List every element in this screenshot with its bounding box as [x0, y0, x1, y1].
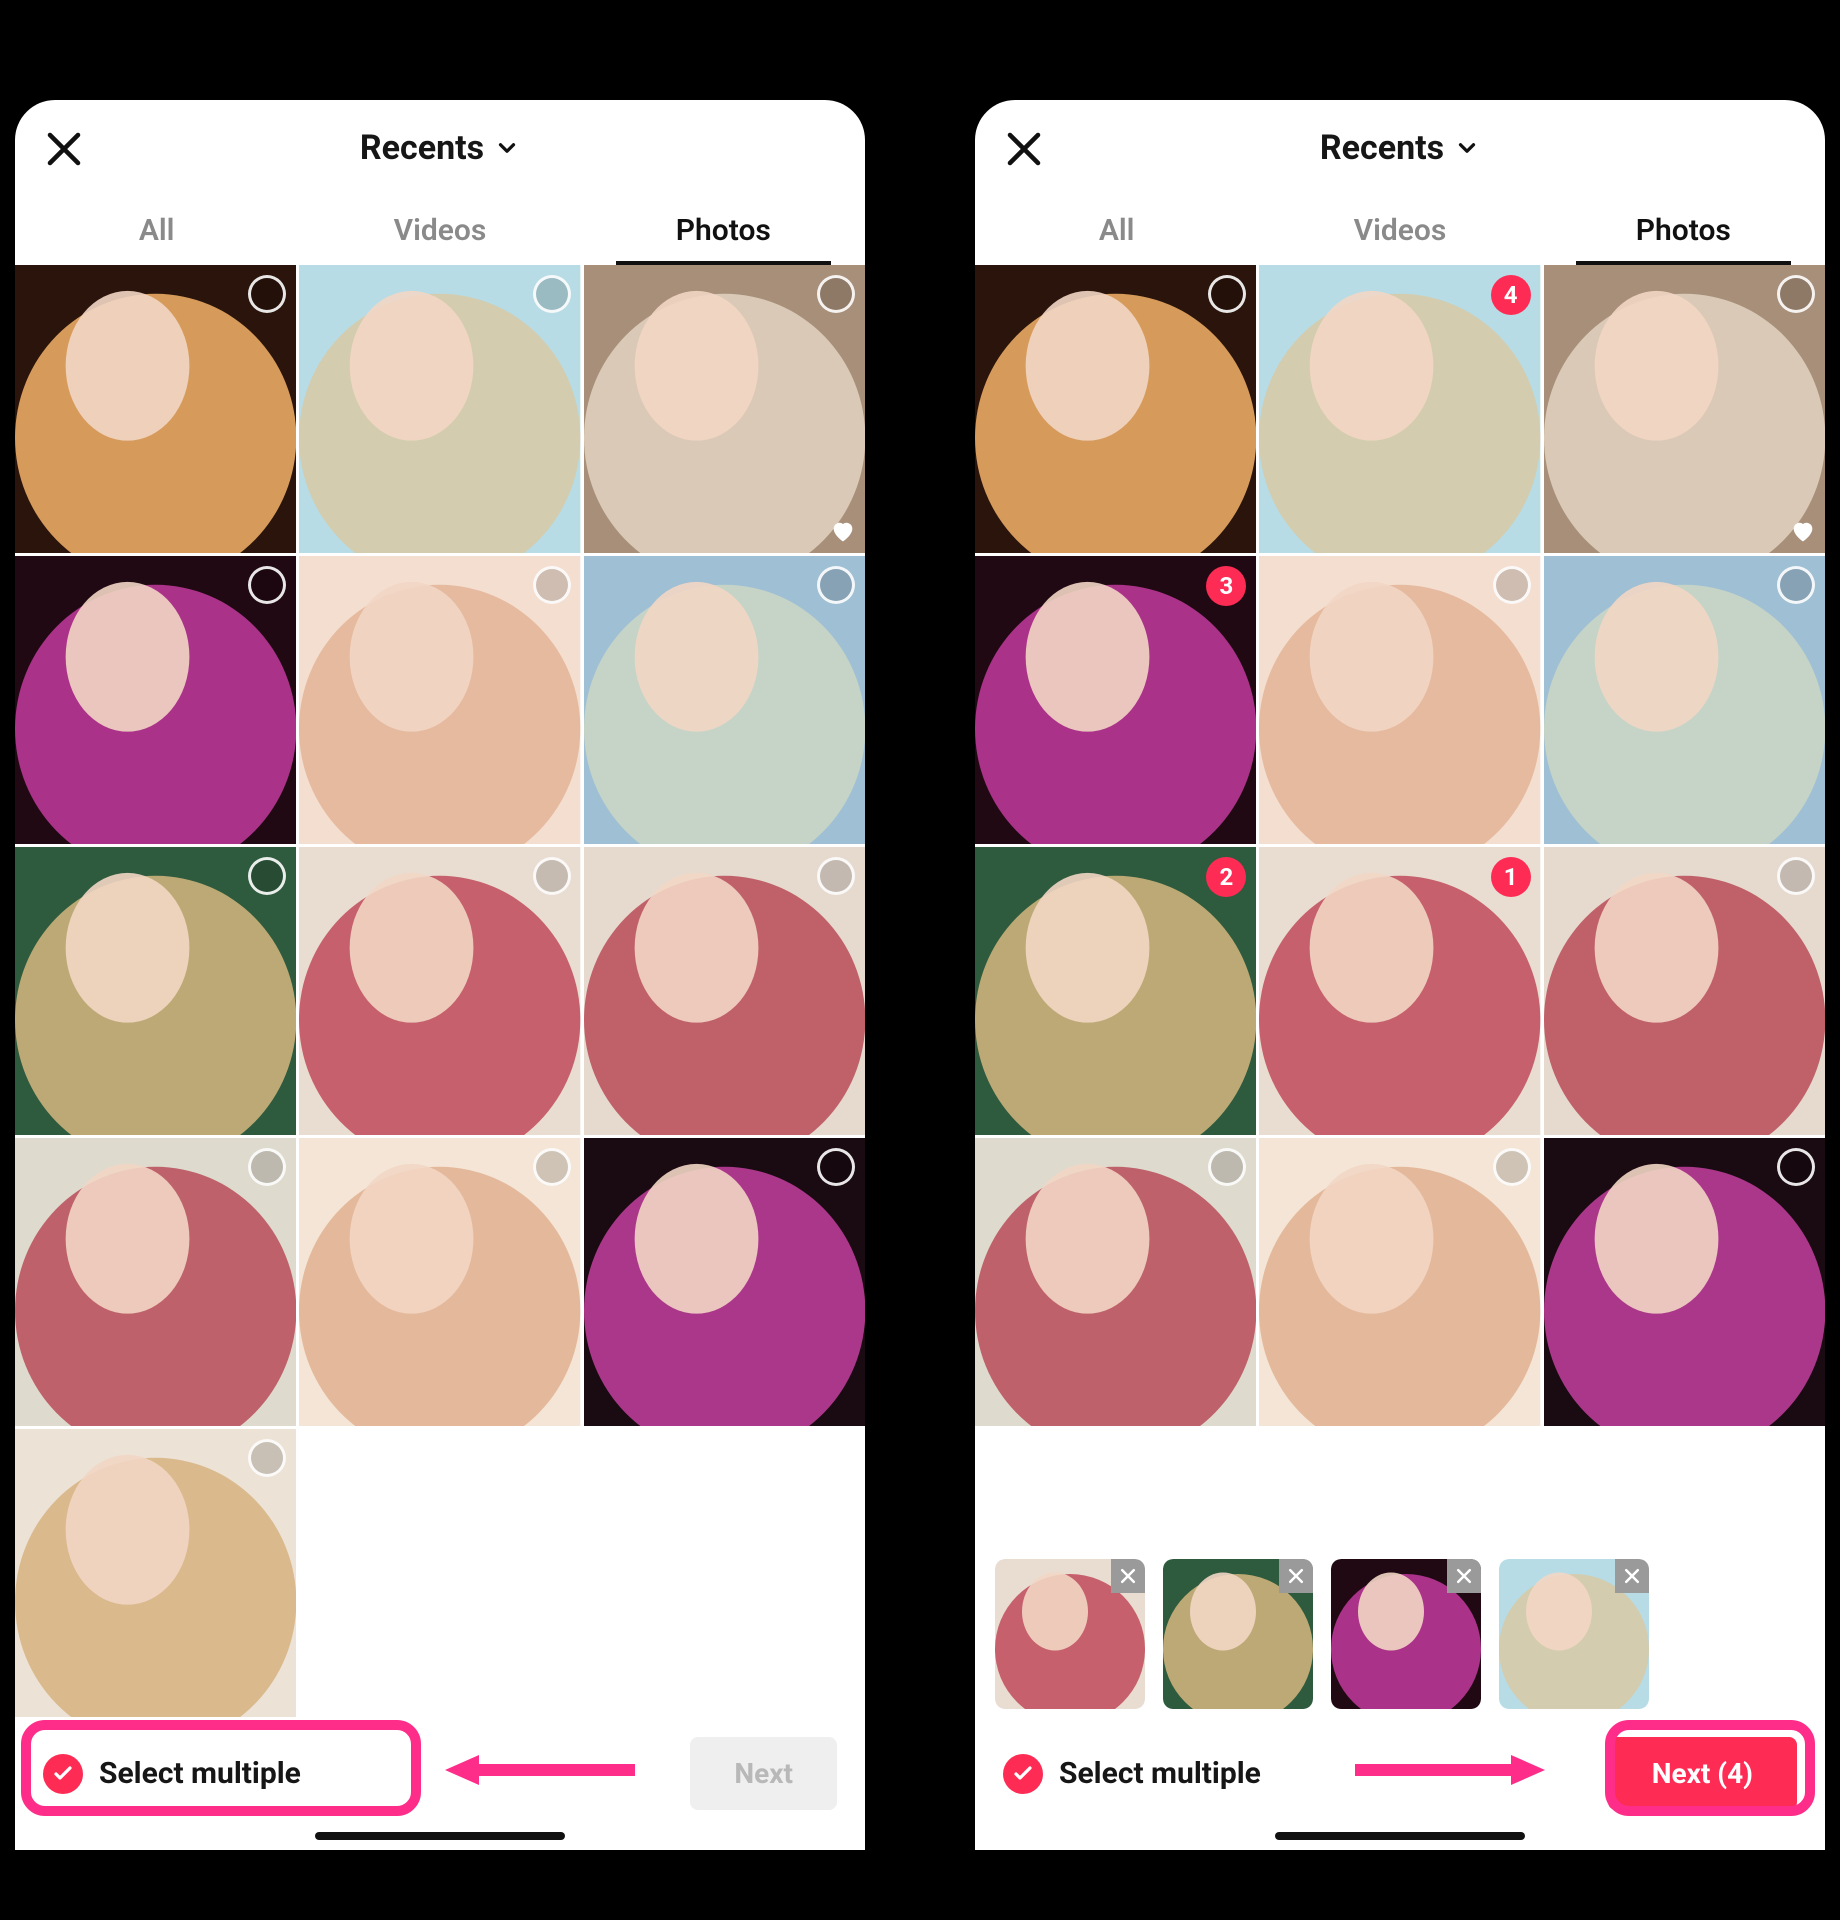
select-multiple-toggle[interactable]: Select multiple: [1003, 1754, 1261, 1794]
photo-thumbnail[interactable]: [584, 1138, 865, 1426]
photo-thumbnail[interactable]: [975, 265, 1256, 553]
remove-icon[interactable]: [1111, 1559, 1145, 1593]
heart-icon: [1789, 517, 1817, 545]
next-button-label: Next (4): [1652, 1757, 1753, 1790]
next-button[interactable]: Next (4): [1608, 1737, 1797, 1810]
remove-icon[interactable]: [1447, 1559, 1481, 1593]
photo-thumbnail[interactable]: [1544, 1138, 1825, 1426]
tab-label: Photos: [1636, 213, 1731, 248]
photo-thumbnail[interactable]: 2: [975, 847, 1256, 1135]
photo-grid: 4 3 2: [975, 265, 1825, 1545]
phone-screen-after: Recents All Videos Photos 4 3: [975, 100, 1825, 1850]
next-button-label: Next: [734, 1757, 793, 1790]
photo-grid: [15, 265, 865, 1719]
selection-number: 4: [1504, 281, 1518, 309]
footer: Select multiple Next: [15, 1719, 865, 1850]
selection-circle[interactable]: [533, 857, 571, 895]
selection-number: 2: [1219, 863, 1233, 891]
home-indicator: [1275, 1832, 1525, 1840]
close-icon[interactable]: [43, 128, 85, 170]
selection-circle[interactable]: [533, 275, 571, 313]
header: Recents: [15, 100, 865, 195]
tray-thumbnail[interactable]: [1163, 1559, 1313, 1709]
tab-photos[interactable]: Photos: [582, 195, 865, 265]
selection-number: 1: [1504, 863, 1518, 891]
select-multiple-label: Select multiple: [99, 1756, 301, 1791]
album-selector[interactable]: Recents: [360, 128, 520, 168]
selection-circle[interactable]: [533, 1148, 571, 1186]
selection-circle[interactable]: [1493, 1148, 1531, 1186]
tray-thumbnail[interactable]: [1499, 1559, 1649, 1709]
selection-circle[interactable]: [817, 857, 855, 895]
tab-label: Videos: [394, 213, 487, 248]
selection-circle[interactable]: [1777, 566, 1815, 604]
phone-screen-before: Recents All Videos Photos: [15, 100, 865, 1850]
photo-thumbnail[interactable]: [1259, 1138, 1540, 1426]
selection-circle[interactable]: [1777, 857, 1815, 895]
tab-photos[interactable]: Photos: [1542, 195, 1825, 265]
photo-thumbnail[interactable]: 4: [1259, 265, 1540, 553]
tab-label: All: [139, 213, 175, 248]
chevron-down-icon: [494, 135, 520, 161]
home-indicator: [315, 1832, 565, 1840]
close-icon[interactable]: [1003, 128, 1045, 170]
check-icon: [1003, 1754, 1043, 1794]
selection-circle[interactable]: [1777, 275, 1815, 313]
selection-badge: 1: [1491, 857, 1531, 897]
photo-thumbnail[interactable]: [299, 1138, 580, 1426]
photo-thumbnail[interactable]: [15, 1138, 296, 1426]
selection-badge: 4: [1491, 275, 1531, 315]
photo-thumbnail[interactable]: [15, 265, 296, 553]
tabs: All Videos Photos: [15, 195, 865, 265]
photo-thumbnail[interactable]: [584, 265, 865, 553]
header-title: Recents: [1320, 128, 1444, 168]
tab-label: Videos: [1354, 213, 1447, 248]
footer: Select multiple Next (4): [975, 1719, 1825, 1850]
tab-all[interactable]: All: [975, 195, 1258, 265]
selection-tray: [975, 1545, 1825, 1719]
album-selector[interactable]: Recents: [1320, 128, 1480, 168]
photo-thumbnail[interactable]: [299, 556, 580, 844]
tab-all[interactable]: All: [15, 195, 298, 265]
remove-icon[interactable]: [1615, 1559, 1649, 1593]
next-button[interactable]: Next: [690, 1737, 837, 1810]
photo-thumbnail[interactable]: [1544, 847, 1825, 1135]
photo-thumbnail[interactable]: [15, 556, 296, 844]
selection-circle[interactable]: [1777, 1148, 1815, 1186]
tab-videos[interactable]: Videos: [298, 195, 581, 265]
photo-thumbnail[interactable]: [1544, 265, 1825, 553]
photo-thumbnail[interactable]: [299, 847, 580, 1135]
selection-circle[interactable]: [817, 1148, 855, 1186]
heart-icon: [829, 517, 857, 545]
selection-circle[interactable]: [817, 275, 855, 313]
photo-thumbnail[interactable]: [584, 556, 865, 844]
check-icon: [43, 1754, 83, 1794]
tab-label: All: [1099, 213, 1135, 248]
selection-circle[interactable]: [817, 566, 855, 604]
photo-thumbnail[interactable]: [1259, 556, 1540, 844]
selection-circle[interactable]: [1493, 566, 1531, 604]
tab-videos[interactable]: Videos: [1258, 195, 1541, 265]
photo-thumbnail[interactable]: 1: [1259, 847, 1540, 1135]
photo-thumbnail[interactable]: 3: [975, 556, 1256, 844]
remove-icon[interactable]: [1279, 1559, 1313, 1593]
selection-number: 3: [1219, 572, 1233, 600]
selection-circle[interactable]: [533, 566, 571, 604]
tab-label: Photos: [676, 213, 771, 248]
photo-thumbnail[interactable]: [1544, 556, 1825, 844]
photo-thumbnail[interactable]: [15, 1429, 296, 1717]
photo-thumbnail[interactable]: [15, 847, 296, 1135]
header-title: Recents: [360, 128, 484, 168]
photo-thumbnail[interactable]: [584, 847, 865, 1135]
photo-thumbnail[interactable]: [299, 265, 580, 553]
header: Recents: [975, 100, 1825, 195]
select-multiple-toggle[interactable]: Select multiple: [43, 1754, 301, 1794]
tray-thumbnail[interactable]: [1331, 1559, 1481, 1709]
tabs: All Videos Photos: [975, 195, 1825, 265]
photo-thumbnail[interactable]: [975, 1138, 1256, 1426]
tray-thumbnail[interactable]: [995, 1559, 1145, 1709]
select-multiple-label: Select multiple: [1059, 1756, 1261, 1791]
chevron-down-icon: [1454, 135, 1480, 161]
